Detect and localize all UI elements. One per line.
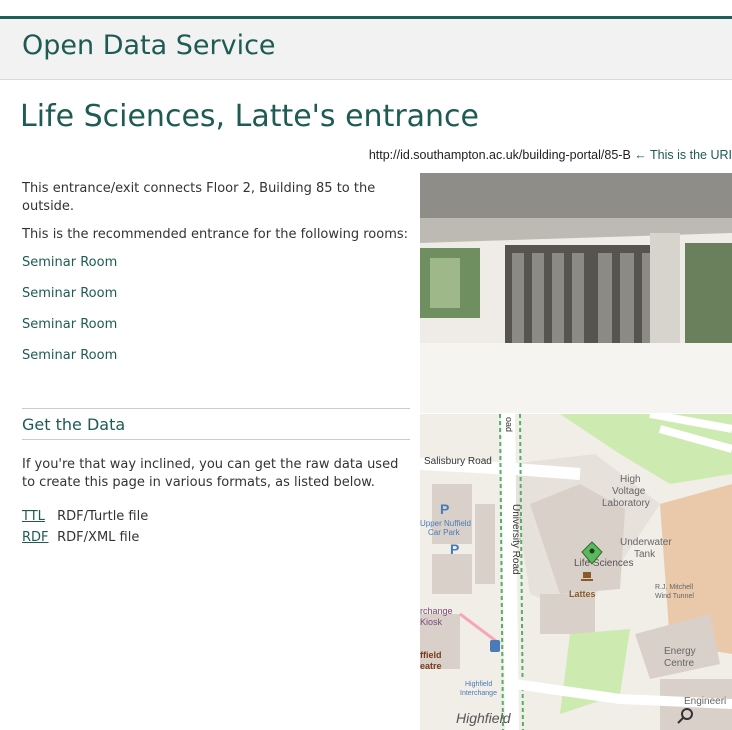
uri-note: ← This is the URI (634, 148, 732, 162)
get-data-section: Get the Data If you're that way inclined… (22, 408, 410, 548)
map-label: Centre (664, 658, 694, 669)
divider (22, 408, 410, 409)
intro-text: This entrance/exit connects Floor 2, Bui… (22, 181, 376, 214)
map-label: rchange (420, 606, 453, 616)
map-label: Tank (634, 549, 656, 560)
format-item: TTL RDF/Turtle file (22, 506, 410, 527)
location-map[interactable]: Salisbury Road High Voltage Laboratory U… (420, 414, 732, 730)
map-label: Interchange (460, 690, 497, 697)
map-label: Lattes (569, 589, 596, 599)
top-bar (0, 0, 732, 19)
map-label: High (620, 474, 641, 485)
map-label: Laboratory (602, 498, 650, 509)
svg-text:P: P (440, 501, 449, 517)
map-label: oad (504, 417, 514, 432)
format-label: RDF/XML file (57, 530, 140, 545)
svg-text:P: P (450, 541, 459, 557)
get-data-description: If you're that way inclined, you can get… (22, 457, 399, 490)
room-link[interactable]: Seminar Room (22, 254, 410, 272)
map-canvas: Salisbury Road High Voltage Laboratory U… (420, 414, 732, 730)
map-label: Car Park (428, 528, 461, 537)
entity-uri: http://id.southampton.ac.uk/building-por… (368, 148, 631, 162)
room-link[interactable]: Seminar Room (22, 285, 410, 303)
map-label: Salisbury Road (424, 456, 492, 467)
room-link[interactable]: Seminar Room (22, 347, 410, 365)
map-label: Highfield (456, 710, 512, 726)
format-code-link[interactable]: TTL (22, 506, 53, 527)
format-item: RDF RDF/XML file (22, 527, 410, 548)
map-label: Upper Nuffield (420, 519, 471, 528)
map-label: Voltage (612, 486, 646, 497)
map-label: Kiosk (420, 617, 443, 627)
main-content: This entrance/exit connects Floor 2, Bui… (22, 180, 410, 378)
divider (22, 439, 410, 440)
map-label: Wind Tunnel (655, 593, 694, 600)
format-label: RDF/Turtle file (57, 509, 149, 524)
map-label: Life Sciences (574, 558, 633, 569)
map-label: ffield (420, 650, 442, 660)
map-label: Highfield (465, 681, 492, 688)
map-label: University Road (510, 504, 521, 575)
room-link[interactable]: Seminar Room (22, 316, 410, 334)
map-label: eatre (420, 661, 442, 671)
entrance-photo-illustration (420, 173, 732, 413)
map-label: Engineeri (684, 696, 726, 707)
get-data-heading: Get the Data (22, 415, 126, 434)
map-label: Underwater (620, 537, 672, 548)
entrance-photo (420, 173, 732, 413)
recommended-text: This is the recommended entrance for the… (22, 227, 409, 242)
uri-line: http://id.southampton.ac.uk/building-por… (369, 148, 732, 162)
map-label: R.J. Mitchell (655, 584, 694, 591)
site-header: Open Data Service (0, 19, 732, 80)
page-title: Life Sciences, Latte's entrance (20, 99, 480, 134)
bus-stop-icon (490, 640, 500, 652)
map-label: Energy (664, 646, 696, 657)
format-code-link[interactable]: RDF (22, 527, 53, 548)
site-title[interactable]: Open Data Service (22, 30, 276, 61)
